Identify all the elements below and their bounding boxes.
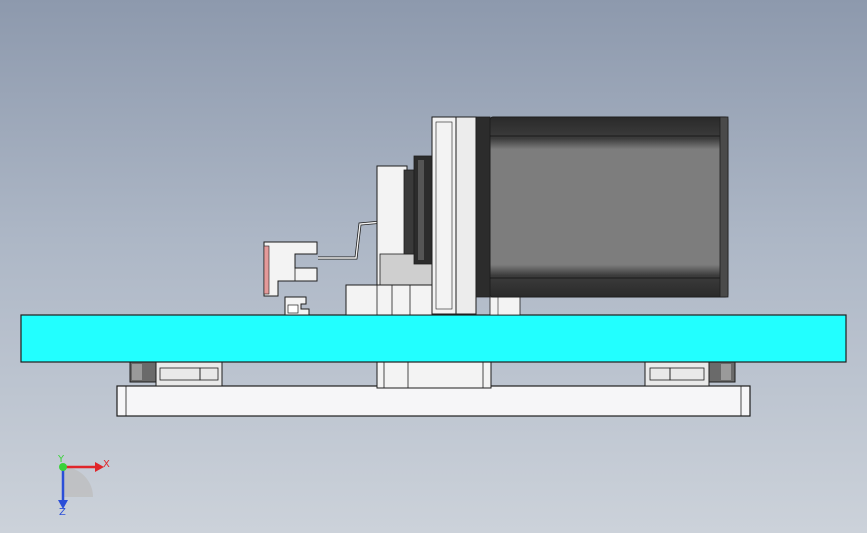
- assembly-view[interactable]: X Y Z: [0, 0, 867, 533]
- sensor-clamp[interactable]: [284, 296, 310, 316]
- sensor-bracket[interactable]: [263, 241, 318, 297]
- axis-x-label: X: [103, 459, 110, 470]
- cad-viewport[interactable]: X Y Z: [0, 0, 867, 533]
- axis-y-label: Y: [57, 454, 65, 465]
- left-guide-block[interactable]: [129, 361, 223, 387]
- coordinate-triad-icon: X Y Z: [57, 454, 110, 518]
- table-plate[interactable]: [20, 314, 847, 363]
- axis-z-label: Z: [59, 507, 66, 518]
- stepper-motor-body[interactable]: [489, 116, 729, 298]
- right-guide-block[interactable]: [644, 361, 736, 387]
- center-support[interactable]: [376, 361, 492, 389]
- motor-coupling[interactable]: [403, 155, 433, 265]
- base-plate[interactable]: [116, 385, 751, 417]
